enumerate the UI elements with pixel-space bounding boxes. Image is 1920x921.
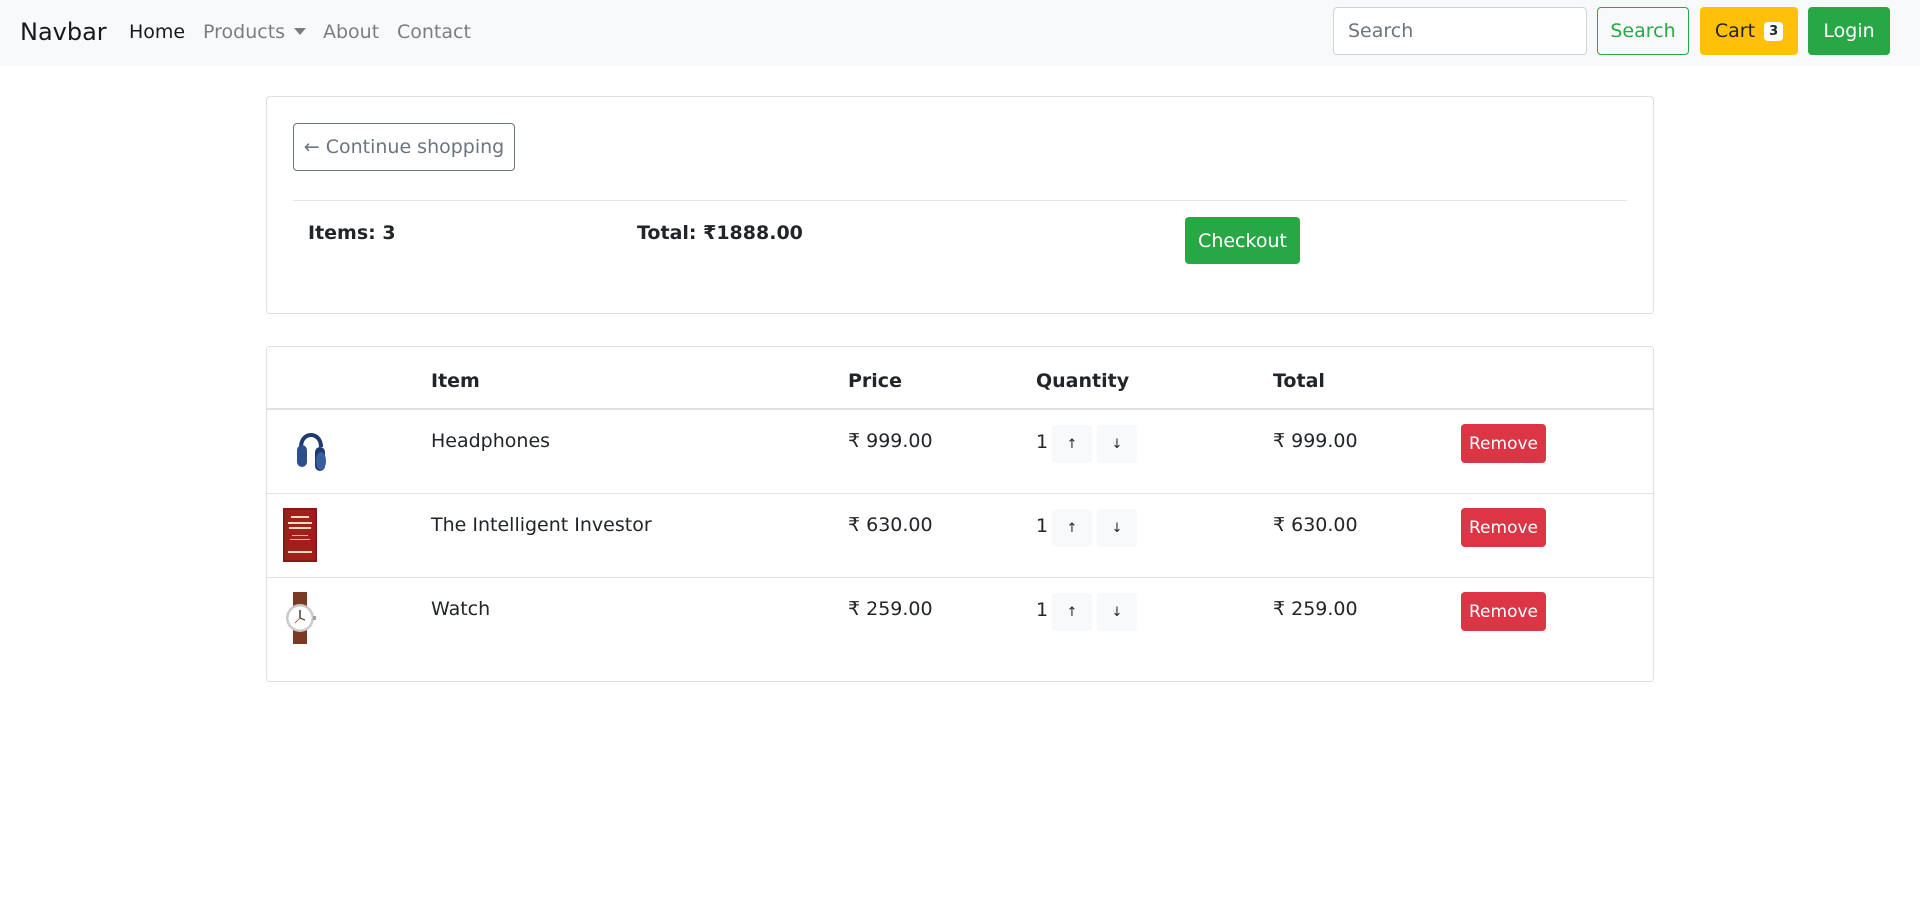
- items-count-text: Items: 3: [308, 222, 396, 244]
- cart-count-badge: 3: [1764, 21, 1784, 41]
- remove-button[interactable]: Remove: [1461, 592, 1546, 631]
- nav-link-about[interactable]: About: [323, 20, 379, 44]
- remove-button[interactable]: Remove: [1461, 424, 1546, 463]
- item-name: The Intelligent Investor: [431, 514, 652, 536]
- table-header-divider: [267, 408, 1653, 410]
- item-price: ₹ 630.00: [848, 514, 933, 536]
- navbar: Navbar Home Products About Contact Searc…: [0, 0, 1920, 66]
- row-divider: [267, 493, 1653, 494]
- quantity-increase-button[interactable]: ↑: [1052, 593, 1092, 631]
- cart-summary-card: ← Continue shopping Items: 3 Total: ₹188…: [266, 96, 1654, 314]
- quantity-increase-button[interactable]: ↑: [1052, 425, 1092, 463]
- nav-dropdown-products[interactable]: Products: [203, 20, 307, 44]
- quantity-decrease-button[interactable]: ↓: [1097, 425, 1137, 463]
- book-icon: [283, 508, 317, 562]
- column-header-price: Price: [848, 370, 902, 392]
- column-header-quantity: Quantity: [1036, 370, 1130, 392]
- continue-shopping-button[interactable]: ← Continue shopping: [293, 123, 515, 171]
- cart-total-text: Total: ₹1888.00: [637, 222, 803, 244]
- cart-table: Item Price Quantity Total Headphones ₹ 9…: [266, 346, 1654, 682]
- item-quantity: 1: [1036, 431, 1049, 453]
- column-header-item: Item: [431, 370, 480, 392]
- headphones-icon: [297, 433, 326, 471]
- item-price: ₹ 999.00: [848, 430, 933, 452]
- quantity-decrease-button[interactable]: ↓: [1097, 593, 1137, 631]
- quantity-increase-button[interactable]: ↑: [1052, 509, 1092, 547]
- nav-link-products-label: Products: [203, 21, 286, 43]
- item-quantity: 1: [1036, 515, 1049, 537]
- item-total: ₹ 259.00: [1273, 598, 1358, 620]
- checkout-button[interactable]: Checkout: [1185, 217, 1300, 264]
- row-divider: [267, 577, 1653, 578]
- column-header-total: Total: [1273, 370, 1325, 392]
- item-name: Headphones: [431, 430, 551, 452]
- item-total: ₹ 630.00: [1273, 514, 1358, 536]
- cart-button[interactable]: Cart 3: [1700, 7, 1798, 55]
- item-price: ₹ 259.00: [848, 598, 933, 620]
- item-name: Watch: [431, 598, 491, 620]
- search-button[interactable]: Search: [1597, 7, 1689, 55]
- cart-label: Cart: [1714, 20, 1756, 42]
- item-total: ₹ 999.00: [1273, 430, 1358, 452]
- item-quantity: 1: [1036, 599, 1049, 621]
- watch-icon: [286, 592, 316, 644]
- search-input[interactable]: [1333, 7, 1587, 55]
- login-button[interactable]: Login: [1808, 7, 1890, 55]
- nav-link-home[interactable]: Home: [129, 20, 185, 44]
- remove-button[interactable]: Remove: [1461, 508, 1546, 547]
- quantity-decrease-button[interactable]: ↓: [1097, 509, 1137, 547]
- navbar-brand[interactable]: Navbar: [20, 17, 107, 47]
- summary-divider: [293, 200, 1627, 201]
- nav-link-contact[interactable]: Contact: [397, 20, 471, 44]
- chevron-down-icon: [294, 27, 307, 35]
